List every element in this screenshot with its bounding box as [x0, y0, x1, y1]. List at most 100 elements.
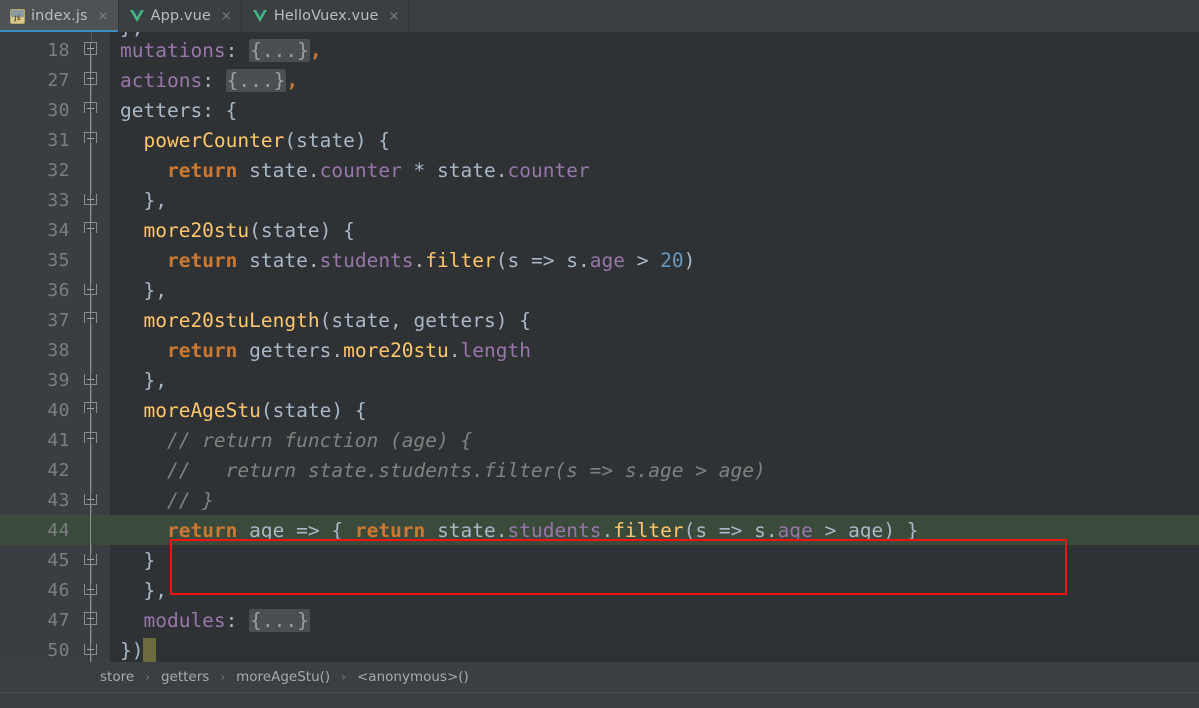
chevron-right-icon: ›: [145, 670, 150, 684]
code-text: return getters.more20stu.length: [166, 338, 531, 362]
code-line[interactable]: 34 more20stu(state) {: [0, 215, 1199, 245]
line-number: 31: [47, 129, 70, 151]
line-number: 40: [47, 399, 70, 421]
fold-collapse-icon[interactable]: [84, 402, 99, 417]
line-number: 35: [47, 249, 70, 271]
code-text: return state.counter * state.counter: [166, 158, 590, 182]
editor-tab-bar: index.js × App.vue × HelloVuex.vue ×: [0, 0, 1199, 32]
code-line[interactable]: 46 },: [0, 575, 1199, 605]
status-bar: [0, 692, 1199, 708]
code-text: powerCounter(state) {: [143, 128, 391, 152]
fold-collapse-icon[interactable]: [84, 132, 99, 147]
code-line[interactable]: 33 },: [0, 185, 1199, 215]
breadcrumb-item-store[interactable]: store: [98, 669, 136, 685]
fold-expand-icon[interactable]: [84, 42, 99, 57]
line-number: 32: [47, 159, 70, 181]
code-editor[interactable]: }, 18 mutations: {...}, 27 actions: {...}, 3…: [0, 32, 1199, 662]
chevron-right-icon: ›: [341, 670, 346, 684]
breadcrumb: store › getters › moreAgeStu() › <anonym…: [0, 662, 1199, 692]
code-text: },: [120, 278, 167, 302]
vue-file-icon: [252, 9, 268, 24]
line-number: 34: [47, 219, 70, 241]
close-icon[interactable]: ×: [98, 10, 109, 23]
code-text: }: [120, 548, 156, 572]
selection-block: [143, 638, 157, 662]
line-number: 43: [47, 489, 70, 511]
line-number: 27: [47, 69, 70, 91]
tab-label: index.js: [31, 8, 88, 24]
chevron-right-icon: ›: [220, 670, 226, 684]
fold-collapse-icon[interactable]: [84, 282, 99, 297]
breadcrumb-item-moreagestu[interactable]: moreAgeStu(): [234, 669, 332, 685]
line-number: 44: [47, 519, 70, 541]
code-text: // }: [120, 488, 214, 512]
line-number: 45: [47, 549, 70, 571]
tab-app-vue[interactable]: App.vue ×: [119, 0, 242, 32]
tab-label: App.vue: [150, 8, 211, 24]
fold-expand-icon[interactable]: [84, 72, 99, 87]
line-number: 33: [47, 189, 70, 211]
code-line[interactable]: 37 more20stuLength(state, getters) {: [0, 305, 1199, 335]
code-text: more20stu(state) {: [143, 218, 355, 242]
fold-collapse-icon[interactable]: [84, 582, 99, 597]
fold-collapse-icon[interactable]: [84, 492, 99, 507]
fold-guide-line: [90, 42, 91, 662]
fold-collapse-icon[interactable]: [84, 312, 99, 327]
fold-collapse-icon[interactable]: [84, 102, 99, 117]
code-line[interactable]: 36 },: [0, 275, 1199, 305]
code-line[interactable]: 27 actions: {...},: [0, 65, 1199, 95]
breadcrumb-item-getters[interactable]: getters: [159, 669, 211, 685]
code-text: more20stuLength(state, getters) {: [143, 308, 531, 332]
code-line[interactable]: 44 return age => { return state.students…: [0, 515, 1199, 545]
js-file-icon: [10, 8, 25, 24]
code-line[interactable]: 43 // }: [0, 485, 1199, 515]
code-text: }): [120, 638, 157, 662]
code-lines-container: 18 mutations: {...}, 27 actions: {...}, 30 ge…: [0, 32, 1199, 662]
fold-collapse-icon[interactable]: [84, 222, 99, 237]
fold-collapse-icon[interactable]: [84, 552, 99, 567]
fold-collapse-icon[interactable]: [84, 372, 99, 387]
fold-collapse-icon[interactable]: [84, 192, 99, 207]
code-line[interactable]: 47 modules: {...}: [0, 605, 1199, 635]
line-number: 39: [47, 369, 70, 391]
code-text: modules: {...}: [143, 608, 310, 632]
close-icon[interactable]: ×: [221, 10, 232, 23]
code-text: // return function (age) {: [120, 428, 473, 452]
fold-collapse-icon[interactable]: [84, 642, 99, 657]
line-number: 42: [47, 459, 70, 481]
code-text: },: [120, 188, 167, 212]
line-number: 50: [47, 639, 70, 661]
tab-index-js[interactable]: index.js ×: [0, 0, 119, 32]
line-number: 30: [47, 99, 70, 121]
code-line[interactable]: 45 }: [0, 545, 1199, 575]
tab-label: HelloVuex.vue: [273, 8, 379, 24]
code-line[interactable]: 41 // return function (age) {: [0, 425, 1199, 455]
code-line[interactable]: 31 powerCounter(state) {: [0, 125, 1199, 155]
vue-file-icon: [129, 9, 145, 24]
code-text: return age => { return state.students.fi…: [166, 518, 919, 542]
line-number: 47: [47, 609, 70, 631]
line-number: 38: [47, 339, 70, 361]
code-line[interactable]: 30 getters: {: [0, 95, 1199, 125]
tab-hellovuex-vue[interactable]: HelloVuex.vue ×: [242, 0, 410, 32]
fold-collapse-icon[interactable]: [84, 432, 99, 447]
code-line[interactable]: 35 return state.students.filter(s => s.a…: [0, 245, 1199, 275]
code-text: moreAgeStu(state) {: [143, 398, 367, 422]
close-icon[interactable]: ×: [389, 10, 400, 23]
line-number: 37: [47, 309, 70, 331]
code-line[interactable]: 42 // return state.students.filter(s => …: [0, 455, 1199, 485]
code-line[interactable]: 32 return state.counter * state.counter: [0, 155, 1199, 185]
fold-expand-icon[interactable]: [84, 612, 99, 627]
code-text: },: [120, 368, 167, 392]
code-text: // return state.students.filter(s => s.a…: [120, 458, 766, 482]
code-line[interactable]: 40 moreAgeStu(state) {: [0, 395, 1199, 425]
breadcrumb-item-anonymous[interactable]: <anonymous>(): [355, 669, 471, 685]
code-line[interactable]: 50}): [0, 635, 1199, 662]
code-line[interactable]: 18 mutations: {...},: [0, 35, 1199, 65]
line-number: 18: [47, 39, 70, 61]
line-number: 46: [47, 579, 70, 601]
code-line[interactable]: 39 },: [0, 365, 1199, 395]
line-number: 36: [47, 279, 70, 301]
code-line[interactable]: 38 return getters.more20stu.length: [0, 335, 1199, 365]
code-text: },: [120, 578, 167, 602]
